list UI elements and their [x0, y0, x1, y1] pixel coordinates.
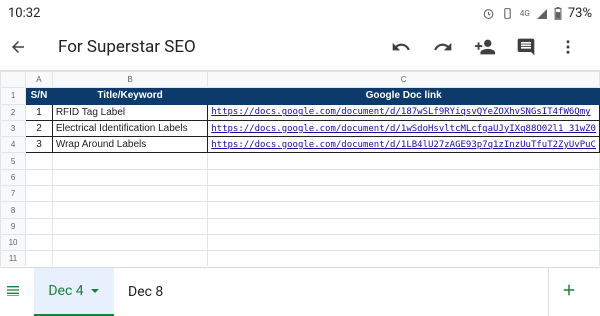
status-time: 10:32	[8, 6, 41, 21]
list-icon	[7, 286, 19, 296]
empty-cell[interactable]	[207, 201, 600, 219]
table-row: 8	[0, 201, 600, 219]
toolbar: For Superstar SEO	[0, 28, 600, 68]
table-row: 3 2 Electrical Identification Labels htt…	[0, 119, 600, 138]
table-row: 11	[0, 250, 600, 266]
battery-percent: 73%	[567, 6, 592, 21]
undo-button[interactable]	[387, 33, 415, 61]
empty-cell[interactable]	[25, 250, 53, 266]
row-header[interactable]: 1	[0, 87, 27, 105]
cell-link[interactable]: https://docs.google.com/document/d/187wS…	[207, 103, 600, 121]
dropdown-arrow-icon	[90, 289, 99, 293]
table-row: 10	[0, 233, 600, 252]
table-row: 9	[0, 217, 600, 235]
share-button[interactable]	[471, 33, 499, 61]
row-header[interactable]: 3	[0, 119, 27, 138]
header-title[interactable]: Title/Keyword	[51, 87, 209, 105]
battery-icon	[554, 7, 562, 20]
sheet-table: A B C 1 S/N Title/Keyword Google Doc lin…	[0, 71, 600, 266]
empty-cell[interactable]	[51, 168, 209, 187]
cell-sn[interactable]: 2	[25, 119, 53, 138]
column-header-a[interactable]: A	[25, 71, 53, 89]
more-options-button[interactable]	[554, 33, 582, 61]
cell-sn[interactable]: 1	[25, 103, 53, 121]
empty-cell[interactable]	[25, 233, 53, 252]
spreadsheet-grid[interactable]: A B C 1 S/N Title/Keyword Google Doc lin…	[0, 70, 600, 266]
row-header[interactable]: 10	[0, 233, 27, 252]
empty-cell[interactable]	[207, 217, 600, 235]
comments-button[interactable]	[512, 33, 540, 61]
table-row: 6	[0, 168, 600, 187]
table-row: 2 1 RFID Tag Label https://docs.google.c…	[0, 103, 600, 121]
row-header[interactable]: 6	[0, 168, 27, 187]
status-icons: 4G 73%	[482, 6, 592, 21]
header-sn[interactable]: S/N	[25, 87, 53, 105]
comment-icon	[517, 38, 535, 56]
empty-cell[interactable]	[51, 217, 209, 235]
undo-icon	[392, 42, 410, 51]
row-header[interactable]: 8	[0, 201, 27, 219]
all-sheets-button[interactable]	[5, 282, 21, 302]
tab-dec-8[interactable]: Dec 8	[128, 268, 168, 316]
document-title: For Superstar SEO	[58, 37, 196, 57]
empty-cell[interactable]	[25, 217, 53, 235]
empty-cell[interactable]	[207, 185, 600, 203]
signal-icon	[536, 8, 548, 20]
column-header-c[interactable]: C	[207, 71, 600, 89]
more-vert-icon	[566, 40, 570, 54]
empty-cell[interactable]	[51, 152, 209, 170]
cell-title[interactable]: Electrical Identification Labels	[51, 119, 209, 138]
row-header[interactable]: 11	[0, 250, 27, 266]
arrow-back-icon	[12, 41, 24, 53]
tab-label: Dec 4	[48, 283, 84, 299]
empty-cell[interactable]	[51, 233, 209, 252]
redo-icon	[434, 42, 452, 51]
row-header[interactable]: 5	[0, 152, 27, 170]
plus-icon	[563, 284, 575, 296]
empty-cell[interactable]	[51, 185, 209, 203]
tab-divider	[548, 268, 549, 316]
row-header[interactable]: 4	[0, 136, 27, 154]
cell-sn[interactable]: 3	[25, 136, 53, 154]
person-add-icon	[474, 39, 496, 55]
redo-button[interactable]	[429, 33, 457, 61]
empty-cell[interactable]	[207, 168, 600, 187]
empty-cell[interactable]	[207, 233, 600, 252]
network-type: 4G	[519, 9, 530, 18]
vibrate-icon	[501, 7, 514, 20]
status-bar: 10:32 4G 73%	[0, 0, 600, 28]
back-button[interactable]	[4, 33, 32, 61]
add-sheet-button[interactable]	[560, 281, 578, 303]
cell-link[interactable]: https://docs.google.com/document/d/1wSdo…	[207, 119, 600, 138]
tab-dec-4[interactable]: Dec 4	[34, 268, 114, 316]
empty-cell[interactable]	[25, 185, 53, 203]
cell-title[interactable]: Wrap Around Labels	[51, 136, 209, 154]
empty-cell[interactable]	[25, 201, 53, 219]
cell-link[interactable]: https://docs.google.com/document/d/1LB4l…	[207, 136, 600, 154]
header-link[interactable]: Google Doc link	[207, 87, 600, 105]
table-row: 5	[0, 152, 600, 170]
empty-cell[interactable]	[51, 201, 209, 219]
empty-cell[interactable]	[25, 152, 53, 170]
empty-cell[interactable]	[207, 152, 600, 170]
row-header[interactable]: 9	[0, 217, 27, 235]
table-row: 7	[0, 185, 600, 203]
tab-label: Dec 8	[128, 284, 164, 300]
row-header[interactable]: 7	[0, 185, 27, 203]
alarm-icon	[482, 7, 495, 20]
table-row: 4 3 Wrap Around Labels https://docs.goog…	[0, 136, 600, 154]
sheet-tabs-bar: Dec 4 Dec 8	[0, 267, 600, 316]
empty-cell[interactable]	[51, 250, 209, 266]
cell-title[interactable]: RFID Tag Label	[51, 103, 209, 121]
column-header-b[interactable]: B	[51, 71, 209, 89]
row-header[interactable]: 2	[0, 103, 27, 121]
empty-cell[interactable]	[207, 250, 600, 266]
empty-cell[interactable]	[25, 168, 53, 187]
select-all-corner[interactable]	[0, 71, 27, 89]
